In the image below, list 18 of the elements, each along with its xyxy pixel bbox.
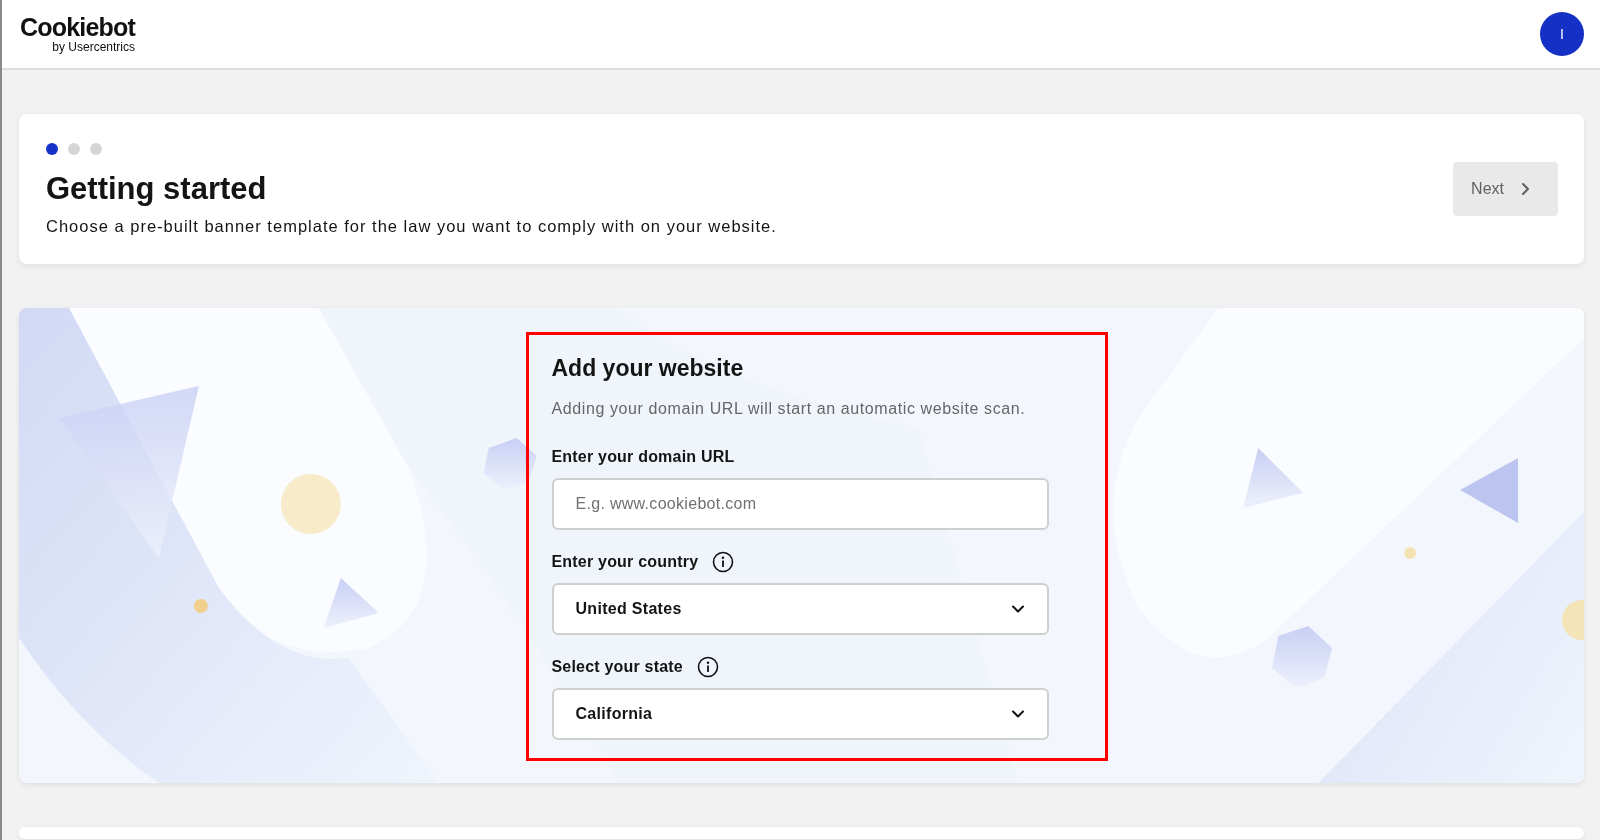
dropdown[interactable]: United States bbox=[551, 583, 1049, 635]
dropdown[interactable]: California bbox=[551, 688, 1049, 740]
form-title: Add your website bbox=[551, 355, 745, 382]
field-label: Enter your country bbox=[551, 553, 699, 571]
user-avatar[interactable]: I bbox=[1540, 12, 1584, 56]
chevron-down-icon bbox=[1010, 604, 1025, 614]
page-subtitle: Choose a pre-built banner template for the law you want to comply with on your website. bbox=[46, 216, 777, 236]
chevron-right-icon bbox=[1520, 182, 1532, 196]
field-label: Enter your domain URL bbox=[551, 448, 735, 466]
info-icon[interactable] bbox=[712, 551, 735, 573]
domain-input[interactable]: E.g. www.cookiebot.com bbox=[551, 478, 1049, 530]
chevron-down-icon bbox=[1010, 709, 1025, 719]
logo-wordmark[interactable]: Cookiebot bbox=[20, 15, 136, 40]
logo-tagline: by Usercentrics bbox=[52, 41, 136, 53]
page-title: Getting started bbox=[46, 170, 268, 207]
info-icon[interactable] bbox=[696, 656, 719, 678]
form-description: Adding your domain URL will start an automatic website scan. bbox=[551, 400, 1027, 418]
field-label: Select your state bbox=[551, 658, 683, 676]
